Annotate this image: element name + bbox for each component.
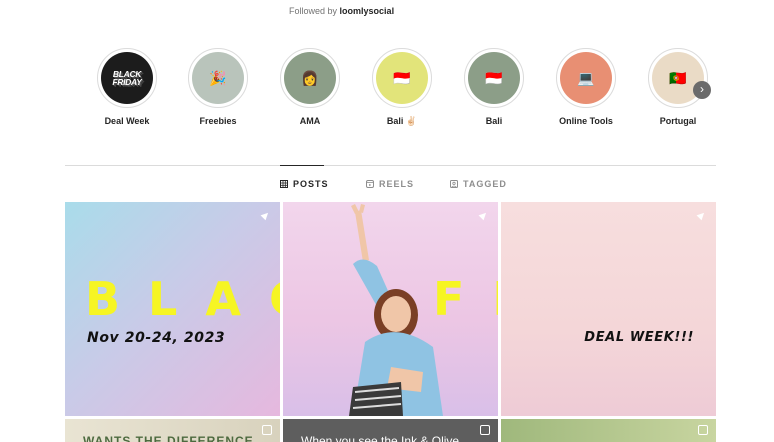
pin-icon: ▲ (256, 205, 276, 225)
post-tile-row2-2[interactable]: When you see the Ink & Olive (283, 419, 498, 442)
party-popper-icon: 🎉 (192, 52, 244, 104)
highlight-bali-peace[interactable]: 🇮🇩 Bali ✌🏻 (370, 48, 434, 127)
highlight-bali[interactable]: 🇮🇩 Bali (462, 48, 526, 126)
highlight-ring: 💻 (556, 48, 616, 108)
highlight-label: Bali ✌🏻 (386, 116, 418, 126)
post-tile-row2-3[interactable] (501, 419, 716, 442)
pin-icon: ▲ (692, 205, 712, 225)
laptop-icon: 💻 (560, 52, 612, 104)
active-tab-indicator (280, 165, 324, 166)
highlight-freebies[interactable]: 🎉 Freebies (186, 48, 250, 126)
highlight-online-tools[interactable]: 💻 Online Tools (554, 48, 618, 126)
reel-icon (480, 425, 490, 435)
tab-tagged[interactable]: TAGGED (450, 179, 507, 189)
indonesia-flag-icon: 🇮🇩 (376, 52, 428, 104)
tagged-icon (450, 180, 458, 188)
post-tile-row2-1[interactable]: WANTS THE DIFFERENCE (65, 419, 280, 442)
woman-emoji-icon: 👩 (284, 52, 336, 104)
carousel-icon (262, 425, 272, 435)
highlight-label: Deal Week (104, 116, 150, 126)
tab-posts-label: POSTS (293, 179, 329, 189)
tab-tagged-label: TAGGED (463, 179, 507, 189)
tab-reels-label: REELS (379, 179, 415, 189)
highlight-label: AMA (299, 116, 321, 126)
tabs-divider (65, 165, 716, 166)
highlight-ring: 🇮🇩 (464, 48, 524, 108)
followed-by-prefix: Followed by (289, 6, 338, 16)
post-caption: WANTS THE DIFFERENCE (83, 434, 254, 442)
banner-word-right: FRIDAY (433, 272, 498, 326)
followed-by-user-link[interactable]: loomlysocial (340, 6, 395, 16)
highlight-ama[interactable]: 👩 AMA (278, 48, 342, 126)
carousel-icon (698, 425, 708, 435)
banner-word-left: BLACK (85, 272, 280, 326)
post-tile-deal-week[interactable]: DEAL WEEK!!! ▲ (501, 202, 716, 416)
reels-icon (366, 180, 374, 188)
deal-week-text: DEAL WEEK!!! (584, 330, 694, 345)
post-tile-black-friday-date[interactable]: BLACK Nov 20-24, 2023 ▲ (65, 202, 280, 416)
highlight-label: Bali (485, 116, 503, 126)
highlight-label: Portugal (659, 116, 697, 126)
black-friday-logo-icon: BLACK FRIDAY (101, 52, 153, 104)
story-highlights: BLACK FRIDAY Deal Week 🎉 Freebies 👩 AMA 🇮… (95, 48, 715, 138)
highlight-ring: 🎉 (188, 48, 248, 108)
chevron-right-icon[interactable]: › (693, 81, 711, 99)
tab-reels[interactable]: REELS (366, 179, 414, 189)
highlight-ring: BLACK FRIDAY (97, 48, 157, 108)
tab-posts[interactable]: POSTS (280, 179, 329, 189)
posts-grid: BLACK Nov 20-24, 2023 ▲ FRIDAY ▲ DEAL WE… (65, 202, 716, 442)
post-caption: When you see the Ink & Olive (301, 434, 460, 442)
highlight-ring: 🇵🇹 (648, 48, 708, 108)
grid-icon (280, 180, 288, 188)
indonesia-flag-icon: 🇮🇩 (468, 52, 520, 104)
highlight-ring: 👩 (280, 48, 340, 108)
highlight-ring: 🇮🇩 (372, 48, 432, 108)
post-tile-photo[interactable]: FRIDAY ▲ (283, 202, 498, 416)
post-date-text: Nov 20-24, 2023 (87, 330, 226, 346)
highlight-deal-week[interactable]: BLACK FRIDAY Deal Week (95, 48, 159, 126)
highlight-label: Freebies (199, 116, 237, 126)
followed-by-text: Followed by loomlysocial (289, 6, 394, 16)
highlight-label: Online Tools (559, 116, 613, 126)
